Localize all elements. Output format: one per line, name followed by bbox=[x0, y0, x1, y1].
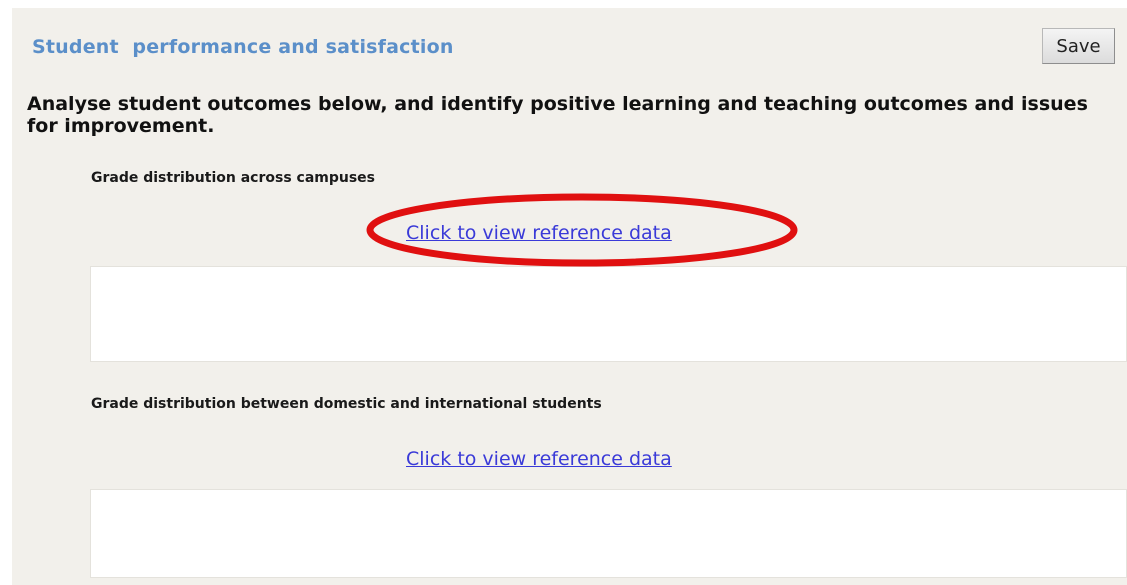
answer-textarea-domestic-international[interactable] bbox=[90, 489, 1127, 578]
reference-data-link-domestic-international[interactable]: Click to view reference data bbox=[406, 448, 672, 470]
save-button[interactable]: Save bbox=[1042, 28, 1115, 64]
reference-data-link-campuses[interactable]: Click to view reference data bbox=[406, 222, 672, 244]
performance-panel: Student performance and satisfaction Sav… bbox=[12, 8, 1127, 585]
section-title: Student performance and satisfaction bbox=[32, 36, 454, 58]
subsection-heading-campuses: Grade distribution across campuses bbox=[91, 170, 376, 186]
answer-textarea-campuses[interactable] bbox=[90, 266, 1127, 362]
instructions-text: Analyse student outcomes below, and iden… bbox=[27, 93, 1088, 137]
subsection-heading-domestic-international: Grade distribution between domestic and … bbox=[91, 396, 602, 412]
